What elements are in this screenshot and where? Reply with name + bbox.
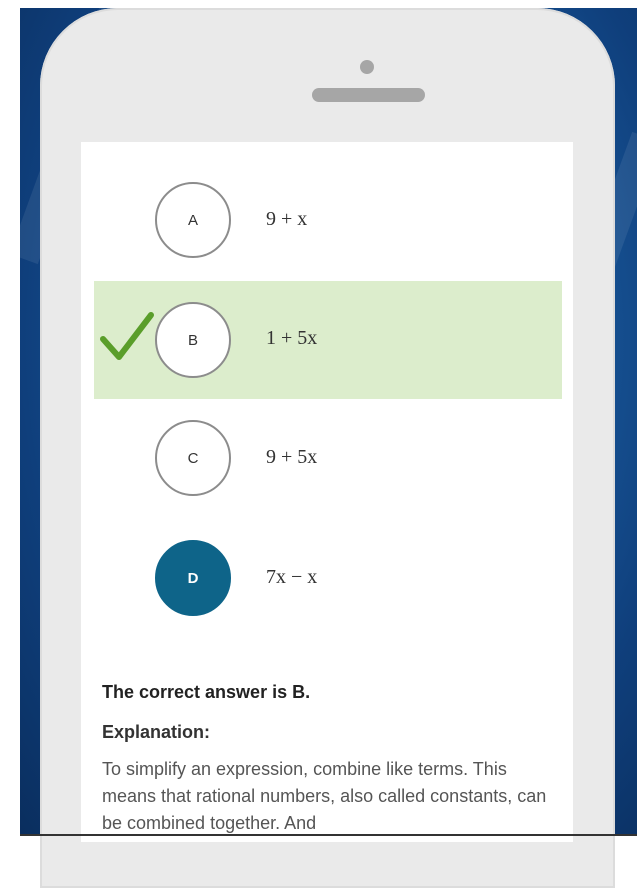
option-a-expression: 9 + x: [266, 208, 307, 231]
option-b-expression: 1 + 5x: [266, 327, 317, 350]
bottom-border: [20, 834, 637, 836]
option-b-circle[interactable]: B: [155, 302, 231, 378]
option-a-circle[interactable]: A: [155, 182, 231, 258]
option-d-expression-text: 7x − x: [266, 566, 318, 588]
option-b-letter: B: [187, 331, 198, 349]
option-c-expression-text: 9 + 5x: [266, 446, 318, 468]
option-d-circle[interactable]: D: [155, 540, 231, 616]
answer-option-c[interactable]: C 9 + 5x: [81, 402, 573, 520]
correct-answer-statement: The correct answer is B.: [102, 682, 311, 702]
check-mark-icon: [100, 312, 154, 360]
answer-option-d[interactable]: D 7x − x: [81, 522, 573, 640]
quiz-screen: A 9 + x B 1 + 5x C 9 + 5x D 7x − x The c…: [81, 142, 573, 842]
option-b-expression-text: 1 + 5x: [266, 327, 318, 349]
explanation-heading: Explanation:: [102, 722, 211, 742]
answer-option-b[interactable]: B 1 + 5x: [94, 281, 562, 399]
phone-speaker: [312, 88, 425, 102]
answer-option-a[interactable]: A 9 + x: [81, 164, 573, 282]
option-d-letter: D: [187, 569, 199, 587]
option-a-letter: A: [187, 211, 198, 229]
option-d-expression: 7x − x: [266, 566, 317, 589]
option-c-circle[interactable]: C: [155, 420, 231, 496]
option-c-expression: 9 + 5x: [266, 446, 317, 469]
option-a-expression-text: 9 + x: [266, 208, 308, 230]
phone-camera: [360, 60, 374, 74]
option-c-letter: C: [187, 449, 199, 467]
explanation-body: To simplify an expression, combine like …: [102, 759, 547, 833]
